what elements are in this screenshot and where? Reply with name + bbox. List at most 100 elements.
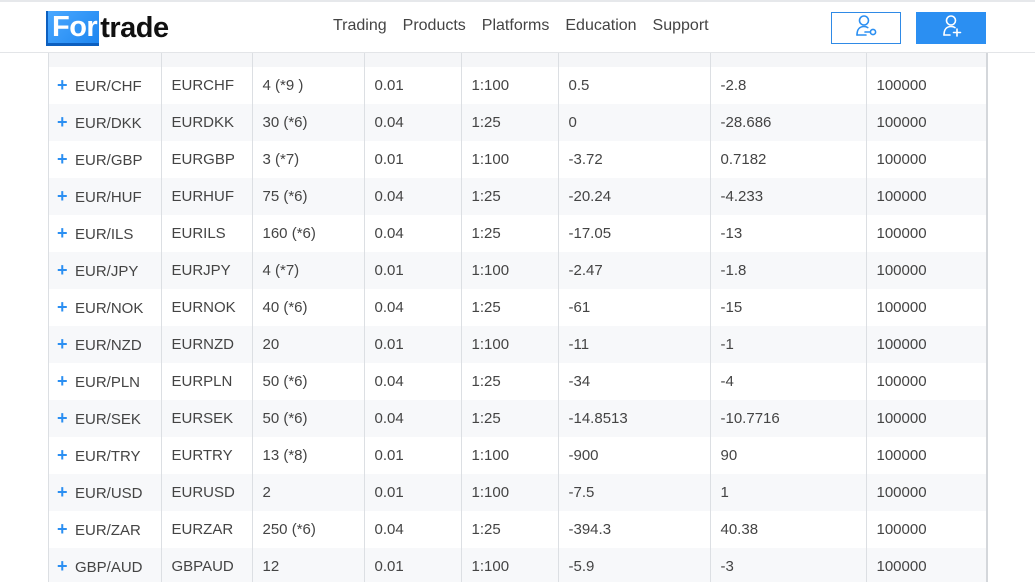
swap-short-cell: -10.7716 xyxy=(710,400,867,437)
expand-plus-icon[interactable]: + xyxy=(57,149,68,170)
contract-size-cell: 100000 xyxy=(866,474,986,511)
nav-education[interactable]: Education xyxy=(565,17,636,35)
instrument-cell: + EUR/SEK xyxy=(49,400,162,437)
instrument-name: EUR/SEK xyxy=(75,411,141,428)
expand-plus-icon[interactable]: + xyxy=(57,186,68,207)
margin-cell: 0.01 xyxy=(364,141,462,178)
margin-cell: 0.04 xyxy=(364,289,462,326)
contract-size-cell: 100000 xyxy=(866,400,986,437)
expand-plus-icon[interactable]: + xyxy=(57,75,68,96)
symbol-cell: EURNOK xyxy=(161,289,253,326)
spread-cell: 250 (*6) xyxy=(252,511,365,548)
swap-long-cell: -14.8513 xyxy=(558,400,711,437)
contract-size-cell: 100000 xyxy=(866,289,986,326)
contract-size-cell: 100000 xyxy=(866,178,986,215)
leverage-cell: 1:25 xyxy=(461,400,559,437)
margin-cell: 0.01 xyxy=(364,548,462,582)
symbol-cell: EURZAR xyxy=(161,511,253,548)
swap-long-cell: 0.5 xyxy=(558,67,711,104)
expand-plus-icon[interactable]: + xyxy=(57,445,68,466)
instrument-name: EUR/HUF xyxy=(75,189,142,206)
swap-long-cell: -7.5 xyxy=(558,474,711,511)
leverage-cell: 1:100 xyxy=(461,437,559,474)
instrument-name: EUR/NOK xyxy=(75,300,144,317)
margin-cell: 0.04 xyxy=(364,178,462,215)
expand-plus-icon[interactable]: + xyxy=(57,556,68,577)
margin-cell: 0.04 xyxy=(364,363,462,400)
symbol-cell: EURPLN xyxy=(161,363,253,400)
spread-cell: 2 xyxy=(252,474,365,511)
instrument-name: EUR/ILS xyxy=(75,226,134,243)
expand-plus-icon[interactable]: + xyxy=(57,408,68,429)
instrument-name: EUR/CHF xyxy=(75,78,142,95)
contract-size-cell: 100000 xyxy=(866,511,986,548)
leverage-cell: 1:25 xyxy=(461,104,559,141)
user-plus-icon xyxy=(937,14,965,43)
nav-platforms[interactable]: Platforms xyxy=(482,17,550,35)
margin-cell: 0.01 xyxy=(364,67,462,104)
fortrade-logo[interactable]: For trade xyxy=(46,10,169,46)
leverage-cell: 1:100 xyxy=(461,252,559,289)
table-row[interactable]: + EUR/ZAR EURZAR 250 (*6) 0.04 1:25 -394.… xyxy=(49,511,986,548)
swap-long-cell: -2.47 xyxy=(558,252,711,289)
swap-short-cell: -1 xyxy=(710,326,867,363)
symbol-cell: EURJPY xyxy=(161,252,253,289)
spread-cell: 3 (*7) xyxy=(252,141,365,178)
expand-plus-icon[interactable]: + xyxy=(57,223,68,244)
contract-size-cell: 100000 xyxy=(866,67,986,104)
symbol-cell: EURGBP xyxy=(161,141,253,178)
nav-products[interactable]: Products xyxy=(403,17,466,35)
instrument-cell: + EUR/GBP xyxy=(49,141,162,178)
contract-size-cell: 100000 xyxy=(866,437,986,474)
spread-cell: 4 (*7) xyxy=(252,252,365,289)
instrument-cell: + EUR/ILS xyxy=(49,215,162,252)
login-button[interactable] xyxy=(831,12,901,44)
margin-cell: 0.01 xyxy=(364,474,462,511)
expand-plus-icon[interactable]: + xyxy=(57,482,68,503)
instrument-cell: + EUR/HUF xyxy=(49,178,162,215)
symbol-cell: GBPAUD xyxy=(161,548,253,582)
register-button[interactable] xyxy=(916,12,986,44)
table-row[interactable]: + EUR/ILS EURILS 160 (*6) 0.04 1:25 -17.0… xyxy=(49,215,986,252)
table-row[interactable]: + EUR/SEK EURSEK 50 (*6) 0.04 1:25 -14.85… xyxy=(49,400,986,437)
main-nav: Trading Products Platforms Education Sup… xyxy=(333,17,709,35)
swap-short-cell: 40.38 xyxy=(710,511,867,548)
expand-plus-icon[interactable]: + xyxy=(57,371,68,392)
table-row[interactable]: + EUR/PLN EURPLN 50 (*6) 0.04 1:25 -34 -4… xyxy=(49,363,986,400)
table-row[interactable]: + GBP/AUD GBPAUD 12 0.01 1:100 -5.9 -3 10… xyxy=(49,548,986,582)
swap-long-cell: -20.24 xyxy=(558,178,711,215)
expand-plus-icon[interactable]: + xyxy=(57,297,68,318)
swap-short-cell: 1 xyxy=(710,474,867,511)
instrument-name: EUR/TRY xyxy=(75,448,141,465)
spread-cell: 40 (*6) xyxy=(252,289,365,326)
instrument-cell: + EUR/ZAR xyxy=(49,511,162,548)
instrument-name: EUR/JPY xyxy=(75,263,139,280)
spread-cell: 20 xyxy=(252,326,365,363)
expand-plus-icon[interactable]: + xyxy=(57,519,68,540)
table-row[interactable]: + EUR/HUF EURHUF 75 (*6) 0.04 1:25 -20.24… xyxy=(49,178,986,215)
table-row[interactable]: + EUR/GBP EURGBP 3 (*7) 0.01 1:100 -3.72 … xyxy=(49,141,986,178)
table-row[interactable]: + EUR/DKK EURDKK 30 (*6) 0.04 1:25 0 -28.… xyxy=(49,104,986,141)
expand-plus-icon[interactable]: + xyxy=(57,260,68,281)
nav-support[interactable]: Support xyxy=(653,17,709,35)
leverage-cell: 1:25 xyxy=(461,511,559,548)
table-row[interactable]: + EUR/NOK EURNOK 40 (*6) 0.04 1:25 -61 -1… xyxy=(49,289,986,326)
table-row[interactable]: + EUR/JPY EURJPY 4 (*7) 0.01 1:100 -2.47 … xyxy=(49,252,986,289)
leverage-cell: 1:25 xyxy=(461,178,559,215)
instrument-cell: + EUR/PLN xyxy=(49,363,162,400)
leverage-cell: 1:25 xyxy=(461,215,559,252)
table-row[interactable]: + EUR/TRY EURTRY 13 (*8) 0.01 1:100 -900 … xyxy=(49,437,986,474)
symbol-cell: EURCHF xyxy=(161,67,253,104)
swap-long-cell: -61 xyxy=(558,289,711,326)
nav-trading[interactable]: Trading xyxy=(333,17,387,35)
table-row[interactable]: + EUR/NZD EURNZD 20 0.01 1:100 -11 -1 100… xyxy=(49,326,986,363)
spread-cell: 30 (*6) xyxy=(252,104,365,141)
expand-plus-icon[interactable]: + xyxy=(57,334,68,355)
expand-plus-icon[interactable]: + xyxy=(57,112,68,133)
table-row[interactable]: + EUR/USD EURUSD 2 0.01 1:100 -7.5 1 1000… xyxy=(49,474,986,511)
table-row[interactable]: + EUR/CHF EURCHF 4 (*9 ) 0.01 1:100 0.5 -… xyxy=(49,67,986,104)
instrument-name: EUR/DKK xyxy=(75,115,142,132)
margin-cell: 0.01 xyxy=(364,252,462,289)
symbol-cell: EURTRY xyxy=(161,437,253,474)
instruments-table-container[interactable]: + EUR/CHF EURCHF 4 (*9 ) 0.01 1:100 0.5 -… xyxy=(48,53,988,582)
